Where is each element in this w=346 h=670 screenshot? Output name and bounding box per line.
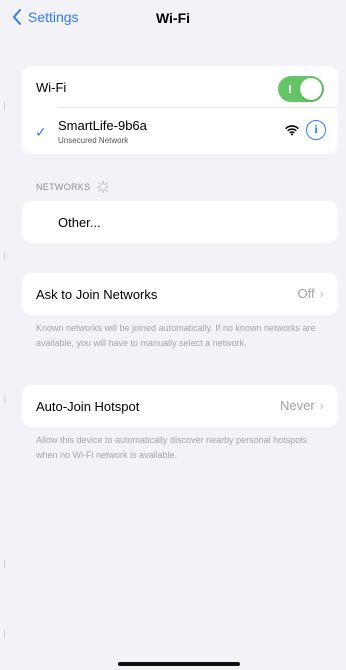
edge-mark [4, 252, 5, 260]
other-network-card: Other... [22, 201, 338, 243]
wifi-label: Wi-Fi [36, 79, 67, 95]
ask-to-join-card: Ask to Join Networks Off › [22, 273, 338, 315]
ask-to-join-row[interactable]: Ask to Join Networks Off › [22, 273, 338, 315]
nav-bar: Settings Wi-Fi [0, 0, 346, 40]
page-title: Wi-Fi [155, 10, 191, 26]
toggle-on-mark [289, 85, 291, 93]
ask-to-join-label: Ask to Join Networks [36, 286, 158, 302]
loading-spinner-icon [97, 180, 110, 194]
chevron-right-icon: › [319, 286, 324, 301]
networks-header-label: NETWORKS [36, 182, 91, 192]
auto-join-hotspot-row[interactable]: Auto-Join Hotspot Never › [22, 385, 338, 427]
checkmark-icon: ✓ [35, 124, 47, 140]
other-network-label: Other... [58, 214, 101, 230]
home-indicator[interactable] [118, 662, 240, 666]
toggle-knob [300, 78, 322, 100]
edge-mark [4, 102, 5, 110]
other-network-row[interactable]: Other... [22, 201, 338, 243]
edge-mark [4, 560, 5, 568]
auto-join-hotspot-footnote: Allow this device to automatically disco… [36, 435, 308, 460]
edge-mark [4, 630, 5, 638]
wifi-toggle[interactable] [278, 76, 324, 102]
networks-section-header: NETWORKS [36, 180, 110, 194]
wifi-toggle-row: Wi-Fi [22, 66, 338, 108]
ask-to-join-footnote: Known networks will be joined automatica… [36, 323, 316, 348]
ask-to-join-value: Off [297, 286, 315, 301]
chevron-right-icon: › [319, 398, 324, 413]
auto-join-hotspot-card: Auto-Join Hotspot Never › [22, 385, 338, 427]
connected-network-row[interactable]: ✓ SmartLife-9b6a Unsecured Network i [22, 110, 338, 154]
info-icon[interactable]: i [306, 120, 326, 140]
auto-join-hotspot-value-group: Never › [280, 398, 324, 413]
auto-join-hotspot-label: Auto-Join Hotspot [36, 398, 140, 414]
edge-mark [4, 395, 5, 403]
connected-network-subtitle: Unsecured Network [58, 136, 129, 145]
auto-join-hotspot-value: Never [279, 398, 315, 413]
connected-network-name: SmartLife-9b6a [58, 118, 147, 133]
wifi-card: Wi-Fi ✓ SmartLife-9b6a Unsecured Network… [22, 66, 338, 154]
divider [58, 107, 338, 108]
wifi-signal-icon [285, 125, 299, 136]
ask-to-join-value-group: Off › [298, 286, 324, 301]
